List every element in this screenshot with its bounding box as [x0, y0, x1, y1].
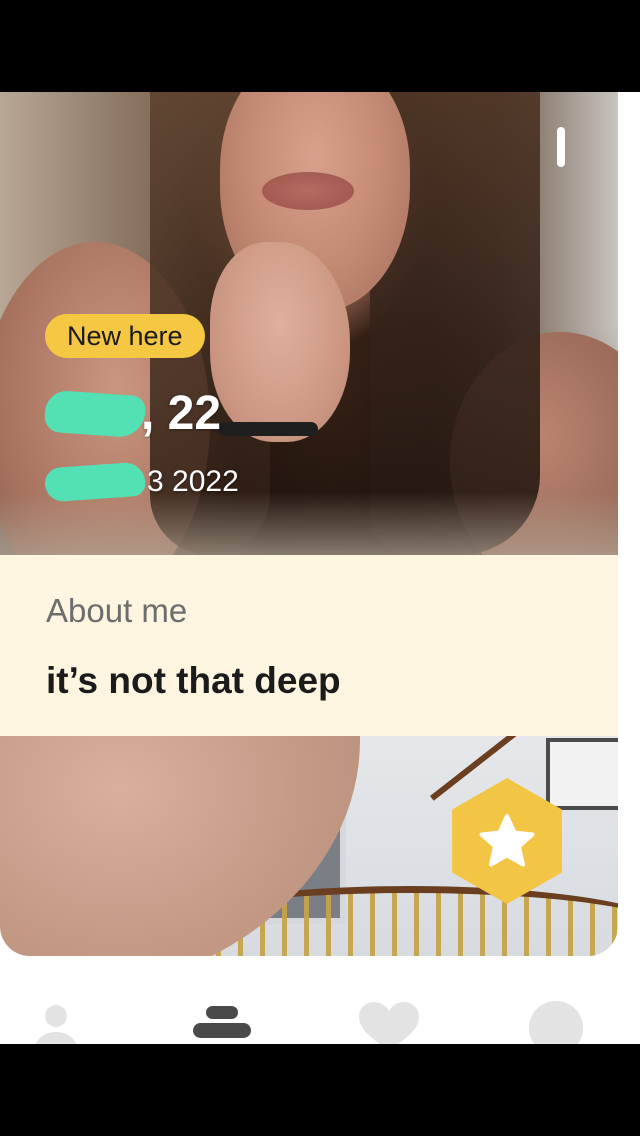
subtitle-text: 3 2022: [147, 465, 239, 498]
subtitle-row: 3 2022: [43, 461, 239, 503]
about-heading: About me: [46, 592, 188, 629]
photo-wristband: [218, 422, 318, 436]
profile-photo[interactable]: New here , 22 3 2022: [0, 92, 618, 555]
about-text: it’s not that deep: [46, 660, 341, 701]
subtitle-redaction: [43, 461, 147, 503]
app-screen: New here , 22 3 2022 About me it’s not t…: [0, 92, 640, 1044]
photo-progress-indicator: [557, 127, 565, 167]
name-age-row: , 22: [43, 386, 222, 442]
photo-lips: [262, 172, 354, 210]
tab-likes[interactable]: [354, 1000, 424, 1044]
name-redaction: [43, 389, 147, 439]
tab-chats[interactable]: [521, 1000, 591, 1044]
about-section: About me it’s not that deep: [0, 555, 618, 736]
tab-profile[interactable]: [21, 1000, 91, 1044]
new-here-badge: New here: [45, 314, 205, 358]
heart-icon: [359, 1002, 419, 1044]
stack-icon: [193, 1006, 251, 1038]
profile-icon: [35, 1005, 77, 1044]
photo-hand: [210, 242, 350, 442]
top-black-bar: [0, 0, 640, 92]
chat-icon: [529, 1001, 583, 1044]
bottom-tab-bar: [0, 972, 640, 1044]
bottom-black-bar: [0, 1044, 640, 1136]
tab-encounters[interactable]: [187, 1000, 257, 1044]
name-age: , 22: [141, 387, 222, 440]
